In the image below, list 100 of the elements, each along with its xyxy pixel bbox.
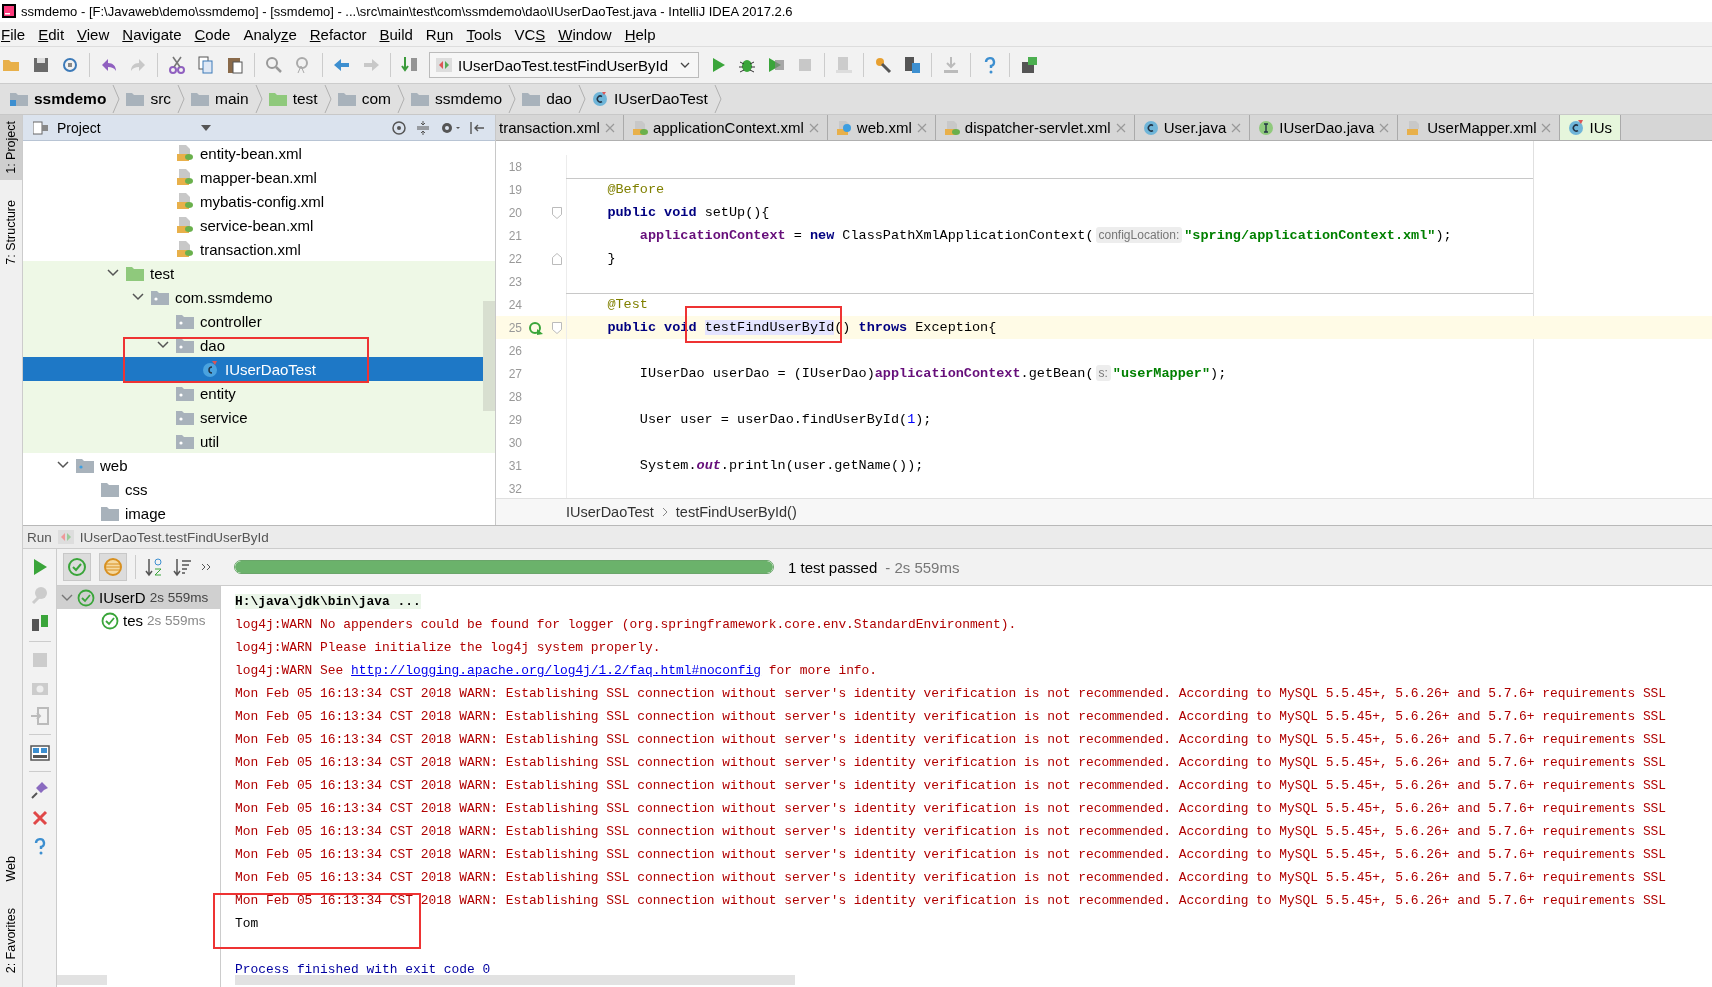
menu-item[interactable]: Build [378, 25, 421, 43]
menu-item[interactable]: Code [193, 25, 239, 43]
menu-item[interactable]: Edit [37, 25, 73, 43]
layout-icon[interactable] [29, 743, 50, 763]
sort-alpha-icon[interactable] [144, 557, 164, 577]
chevron-right-icon [177, 84, 186, 114]
breadcrumb-item[interactable]: IUserDaoTest [566, 504, 654, 520]
tool-window-tab[interactable]: Web [0, 850, 22, 888]
tree-item[interactable]: test [150, 264, 175, 282]
breadcrumb-item[interactable]: test [262, 84, 324, 114]
tree-item[interactable]: com.ssmdemo [175, 288, 273, 306]
editor-tab[interactable]: dispatcher-servlet.xml [935, 115, 1135, 140]
tree-item[interactable]: entity [200, 384, 236, 402]
xml-file-icon [631, 119, 648, 136]
tool-window-tab[interactable]: 7: Structure [0, 193, 22, 271]
tree-item[interactable]: mapper-bean.xml [200, 168, 317, 186]
breadcrumb-item[interactable]: IUserDaoTest [586, 84, 714, 114]
close-icon[interactable] [1379, 122, 1390, 133]
folder-icon [126, 265, 144, 281]
scrollbar[interactable] [483, 301, 495, 411]
editor-tab[interactable]: web.xml [827, 115, 936, 140]
sort-duration-icon[interactable] [172, 557, 192, 577]
breadcrumb-item[interactable]: dao [516, 84, 578, 114]
code-line: public void setUp(){ [606, 205, 770, 220]
close-icon[interactable] [1231, 122, 1242, 133]
show-passed-toggle[interactable] [63, 553, 91, 581]
fold-icon[interactable] [552, 321, 562, 334]
breadcrumb-item[interactable]: ssmdemo [4, 84, 113, 114]
run-test-icon[interactable] [528, 319, 544, 336]
clipboard-icon[interactable] [225, 55, 245, 75]
run-config-dropdown[interactable]: IUserDaoTest.testFindUserById [429, 52, 700, 78]
editor-tab[interactable]: IUserDao.java [1250, 115, 1399, 140]
scrollbar[interactable] [235, 975, 795, 985]
tool-window-tab[interactable]: 2: Favorites [0, 901, 22, 979]
show-ignored-toggle[interactable] [99, 553, 127, 581]
breadcrumb-item[interactable]: main [185, 84, 255, 114]
tree-item[interactable]: service-bean.xml [200, 216, 314, 234]
close-icon[interactable] [1115, 122, 1126, 133]
editor-tab[interactable]: IUs [1560, 115, 1621, 140]
menu-item[interactable]: Run [424, 25, 462, 43]
close-icon[interactable] [604, 122, 615, 133]
breadcrumb-item[interactable]: testFindUserById() [675, 504, 797, 520]
scissors-icon[interactable] [167, 55, 187, 75]
xml-file-icon [176, 192, 194, 210]
breadcrumb-item[interactable]: ssmdemo [404, 84, 509, 114]
tree-item[interactable]: mybatis-config.xml [200, 192, 325, 210]
close-icon[interactable] [916, 122, 927, 133]
folder-icon [151, 289, 169, 305]
editor-tab[interactable]: transaction.xml [496, 115, 624, 140]
menu-item[interactable]: Tools [465, 25, 510, 43]
sync-icon[interactable] [60, 55, 80, 75]
menu-item[interactable]: Analyze [242, 25, 305, 43]
line-number: 19 [507, 182, 522, 197]
breadcrumb-item[interactable]: com [331, 84, 397, 114]
tree-item[interactable]: web [100, 456, 128, 474]
collapse-icon[interactable] [415, 119, 431, 136]
folder-icon [337, 92, 356, 106]
copy-icon[interactable] [196, 55, 216, 75]
check-circle-icon [67, 557, 87, 577]
editor-tab[interactable]: User.java [1134, 115, 1251, 140]
editor-tab[interactable]: applicationContext.xml [623, 115, 828, 140]
tree-item[interactable]: IUserDaoTest [225, 360, 316, 378]
close-icon[interactable] [1541, 122, 1552, 133]
tree-item[interactable]: dao [200, 336, 226, 354]
tree-item[interactable]: util [200, 432, 220, 450]
tree-item[interactable]: css [125, 480, 148, 498]
search-icon[interactable] [264, 55, 284, 75]
menu-item[interactable]: Refactor [308, 25, 375, 43]
menu-item[interactable]: Help [623, 25, 664, 43]
menu-item[interactable]: View [76, 25, 118, 43]
tree-item[interactable]: service [200, 408, 248, 426]
fold-icon[interactable] [552, 206, 562, 219]
coverage-icon[interactable] [766, 55, 787, 75]
menu-item[interactable]: Navigate [121, 25, 190, 43]
folder-icon [76, 457, 94, 473]
menu-item[interactable]: File [0, 25, 34, 43]
tool-window-tab[interactable]: 1: Project [0, 115, 22, 180]
line-number: 29 [507, 412, 522, 427]
caret-icon [200, 124, 211, 131]
test-suite-item[interactable]: IUserD [99, 589, 146, 606]
save-icon[interactable] [31, 55, 51, 75]
tree-item[interactable]: image [125, 504, 166, 522]
tree-item[interactable]: entity-bean.xml [200, 144, 302, 162]
console-link[interactable]: http://logging.apache.org/log4j/1.2/faq.html#noconfig [351, 663, 762, 678]
menu-item[interactable]: VCS [513, 25, 554, 43]
scrollbar[interactable] [57, 975, 107, 985]
test-case-item[interactable]: tes [123, 612, 143, 629]
import-icon[interactable] [29, 706, 50, 726]
locate-icon[interactable] [391, 119, 407, 136]
tree-item[interactable]: controller [200, 312, 262, 330]
grid-icon[interactable] [902, 55, 923, 75]
fold-icon[interactable] [552, 252, 562, 265]
tree-item[interactable]: transaction.xml [200, 240, 301, 258]
code-line: @Test [606, 297, 648, 312]
breadcrumb-item[interactable]: src [120, 84, 178, 114]
hide-panel-icon[interactable] [469, 119, 485, 136]
sdk-icon[interactable] [1019, 55, 1040, 75]
pin-icon[interactable] [29, 780, 50, 800]
close-icon[interactable] [808, 122, 819, 133]
menu-item[interactable]: Window [557, 25, 620, 43]
